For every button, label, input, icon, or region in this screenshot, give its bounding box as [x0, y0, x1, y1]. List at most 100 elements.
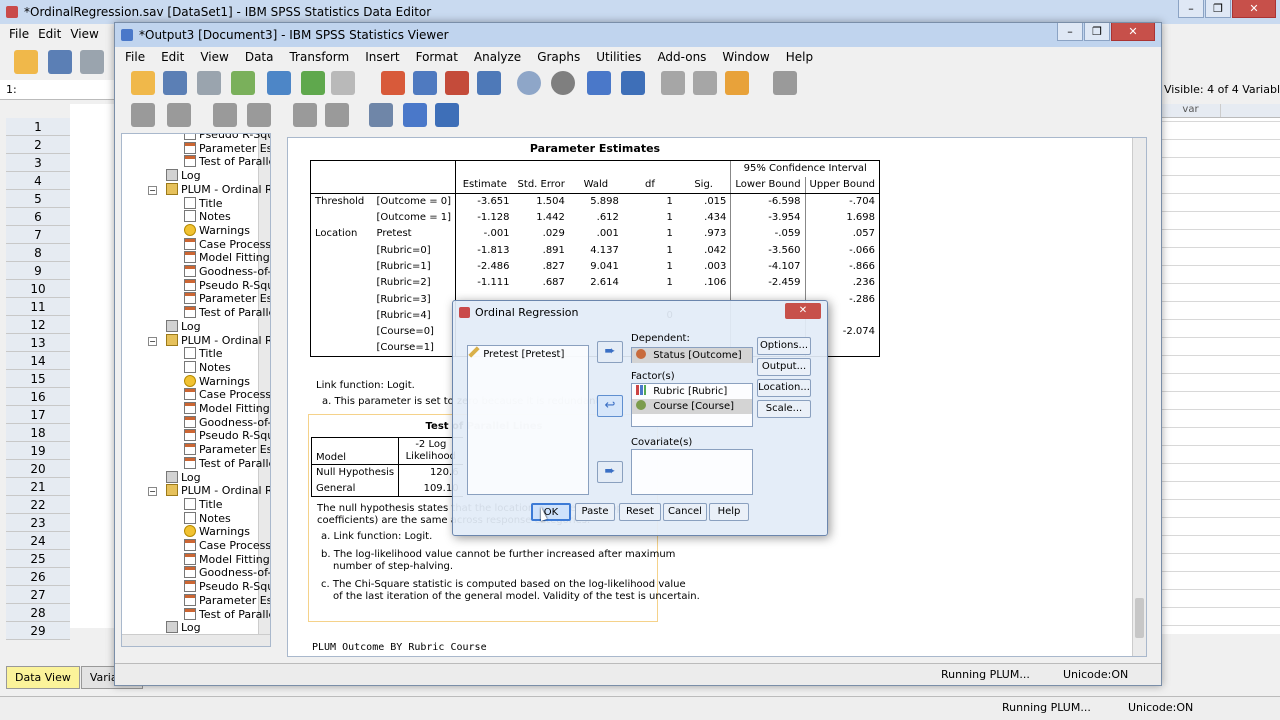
- collapse-node-icon[interactable]: −: [148, 487, 157, 497]
- outline-item[interactable]: Test of Parallel: [184, 607, 270, 622]
- outline-item[interactable]: Parameter Esti: [184, 443, 270, 457]
- outline-item[interactable]: Model Fitting In: [184, 402, 270, 416]
- row-number[interactable]: 9: [6, 262, 70, 280]
- outline-item[interactable]: Pseudo R-Squ: [184, 134, 270, 142]
- viewer-minimize-button[interactable]: –: [1057, 23, 1083, 41]
- viewer-menu-add-ons[interactable]: Add-ons: [657, 50, 706, 64]
- outline-item[interactable]: Log: [166, 470, 201, 485]
- outline-item[interactable]: Notes: [184, 210, 231, 224]
- weight-cases-icon[interactable]: [621, 71, 645, 95]
- outline-item[interactable]: Case Processi: [184, 539, 270, 553]
- scale-button[interactable]: Scale...: [757, 400, 811, 418]
- outline-item[interactable]: Test of Paralle: [184, 155, 270, 169]
- outline-item[interactable]: Notes: [184, 360, 231, 375]
- row-number[interactable]: 26: [6, 568, 70, 586]
- outline-item[interactable]: PLUM - Ordinal Reg: [166, 182, 270, 197]
- factor-item-rubric[interactable]: Rubric [Rubric]: [632, 384, 752, 399]
- outline-item[interactable]: Goodness-of-F: [184, 265, 270, 279]
- maximize-button[interactable]: ❐: [1205, 0, 1231, 18]
- outline-item[interactable]: Case Processi: [184, 237, 270, 252]
- viewer-menu-analyze[interactable]: Analyze: [474, 50, 521, 64]
- collapse-icon[interactable]: [247, 103, 271, 127]
- source-variable-list[interactable]: Pretest [Pretest]: [467, 345, 589, 495]
- outline-item[interactable]: Warnings: [184, 374, 250, 389]
- expand-icon[interactable]: [213, 103, 237, 127]
- var-column-header[interactable]: var: [1160, 104, 1220, 117]
- outline-item[interactable]: Pseudo R-Squ: [184, 278, 270, 293]
- open-icon[interactable]: [131, 71, 155, 95]
- show-icon[interactable]: [293, 103, 317, 127]
- outline-item[interactable]: Pseudo R-Squ: [184, 580, 270, 594]
- collapse-node-icon[interactable]: −: [148, 336, 157, 346]
- outline-item[interactable]: Parameter Esti: [184, 292, 270, 306]
- row-number[interactable]: 11: [6, 298, 70, 316]
- row-number[interactable]: 15: [6, 370, 70, 388]
- hide-icon[interactable]: [325, 103, 349, 127]
- outline-item[interactable]: Model Fitting In: [184, 552, 270, 567]
- outline-item[interactable]: Log: [166, 169, 201, 183]
- close-button[interactable]: ✕: [1232, 0, 1276, 18]
- row-number[interactable]: 23: [6, 514, 70, 532]
- variables-icon[interactable]: [445, 71, 469, 95]
- outline-item[interactable]: Goodness-of-F: [184, 566, 270, 580]
- outline-item[interactable]: Test of Parallel: [184, 456, 270, 471]
- covariates-list[interactable]: [631, 449, 753, 495]
- viewer-menu-graphs[interactable]: Graphs: [537, 50, 580, 64]
- factor-item-course[interactable]: Course [Course]: [632, 399, 752, 414]
- menu-file[interactable]: File: [9, 27, 29, 41]
- output-button[interactable]: Output...: [757, 358, 811, 376]
- insert-title-icon[interactable]: [403, 103, 427, 127]
- row-number[interactable]: 28: [6, 604, 70, 622]
- outline-item[interactable]: Warnings: [184, 223, 250, 238]
- script-icon[interactable]: [725, 71, 749, 95]
- outline-item[interactable]: Log: [166, 319, 201, 334]
- print-icon[interactable]: [197, 71, 221, 95]
- viewer-menu-data[interactable]: Data: [245, 50, 274, 64]
- export-icon[interactable]: [231, 71, 255, 95]
- menu-view[interactable]: View: [70, 27, 98, 41]
- viewer-close-button[interactable]: ✕: [1111, 23, 1155, 41]
- options-button[interactable]: Options...: [757, 337, 811, 355]
- outline-item[interactable]: Title: [184, 196, 223, 211]
- value-labels-icon[interactable]: [551, 71, 575, 95]
- select-cases-icon[interactable]: [517, 71, 541, 95]
- outline-hscrollbar[interactable]: [122, 634, 270, 646]
- cancel-button[interactable]: Cancel: [663, 503, 707, 521]
- empty-column-header[interactable]: [1220, 104, 1280, 117]
- outline-item[interactable]: Log: [166, 621, 201, 635]
- row-number[interactable]: 20: [6, 460, 70, 478]
- row-number[interactable]: 2: [6, 136, 70, 154]
- row-number[interactable]: 22: [6, 496, 70, 514]
- insert-heading-icon[interactable]: [369, 103, 393, 127]
- save-icon[interactable]: [48, 50, 72, 74]
- viewer-menu-view[interactable]: View: [200, 50, 228, 64]
- row-number[interactable]: 25: [6, 550, 70, 568]
- content-vscrollbar[interactable]: [1132, 138, 1146, 656]
- row-number[interactable]: 13: [6, 334, 70, 352]
- row-number[interactable]: 4: [6, 172, 70, 190]
- goto-variable-icon[interactable]: [413, 71, 437, 95]
- row-number[interactable]: 24: [6, 532, 70, 550]
- row-number[interactable]: 7: [6, 226, 70, 244]
- paste-button[interactable]: Paste: [575, 503, 615, 521]
- open-folder-icon[interactable]: [14, 50, 38, 74]
- factors-list[interactable]: Rubric [Rubric] Course [Course]: [631, 383, 753, 427]
- outline-item[interactable]: Goodness-of-F: [184, 415, 270, 430]
- outline-item[interactable]: Test of Parallel: [184, 306, 270, 320]
- print-icon[interactable]: [80, 50, 104, 74]
- location-button[interactable]: Location...: [757, 379, 811, 397]
- redo-icon[interactable]: [331, 71, 355, 95]
- move-to-dependent-arrow-icon[interactable]: ➨: [597, 341, 623, 363]
- row-number[interactable]: 27: [6, 586, 70, 604]
- outline-item[interactable]: Model Fitting In: [184, 251, 270, 265]
- split-file-icon[interactable]: [587, 71, 611, 95]
- row-number[interactable]: 18: [6, 424, 70, 442]
- outline-item[interactable]: Title: [184, 347, 223, 361]
- outline-item[interactable]: Case Processi: [184, 388, 270, 402]
- outline-item[interactable]: Notes: [184, 511, 231, 526]
- viewer-menu-utilities[interactable]: Utilities: [596, 50, 641, 64]
- content-scroll-thumb[interactable]: [1135, 598, 1144, 638]
- promote-icon[interactable]: [131, 103, 155, 127]
- dependent-field[interactable]: Status [Outcome]: [631, 347, 753, 363]
- undo-icon[interactable]: [301, 71, 325, 95]
